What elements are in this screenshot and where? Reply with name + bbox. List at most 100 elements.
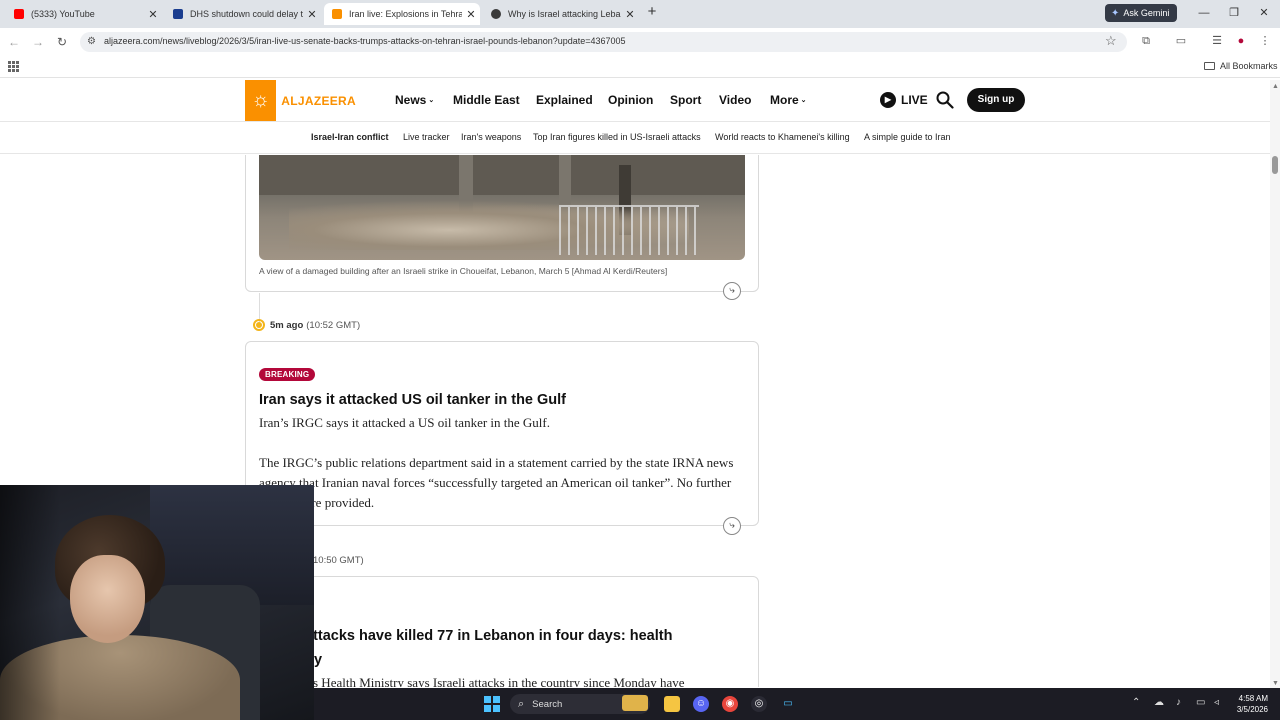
nav-more[interactable]: More ⌄: [770, 93, 807, 107]
aljazeera-icon: [332, 9, 342, 19]
subnav-live-tracker[interactable]: Live tracker: [403, 132, 450, 142]
windows-taskbar: ⌕ Search ☺ ◉ ◎ ▭ ⌃ ☁ ♪ ▭ ◃ 4:58 AM 3/5/2…: [314, 688, 1280, 720]
tab-dhs-shutdown[interactable]: DHS shutdown could delay ter ✕: [165, 3, 321, 25]
clock-date: 3/5/2026: [1236, 705, 1268, 714]
breaking-badge: BREAKING: [259, 368, 316, 381]
play-icon: ▶: [880, 92, 896, 108]
nav-news[interactable]: News ⌄: [395, 93, 434, 107]
update-timestamp: 5m ago (10:52 GMT): [253, 319, 360, 331]
time-ago: 5m ago: [270, 319, 304, 331]
network-icon[interactable]: ▭: [1196, 697, 1205, 708]
system-clock[interactable]: 4:58 AM 3/5/2026: [1228, 693, 1268, 715]
nav-opinion[interactable]: Opinion: [608, 93, 653, 107]
microphone-icon[interactable]: ♪: [1176, 697, 1181, 708]
aljazeera-logo[interactable]: ☼ ALJAZEERA: [245, 80, 356, 121]
scroll-up-icon[interactable]: ▲: [1272, 83, 1279, 90]
tab-youtube[interactable]: (5333) YouTube ✕: [6, 3, 162, 25]
folder-icon: [1204, 62, 1215, 70]
reading-list-icon[interactable]: ☰: [1210, 34, 1224, 48]
file-explorer-icon[interactable]: [664, 696, 680, 712]
share-icon[interactable]: ⤷: [723, 282, 741, 300]
chrome-icon[interactable]: ◉: [722, 696, 738, 712]
sign-up-button[interactable]: Sign up: [967, 88, 1025, 112]
subnav-israel-iran-conflict[interactable]: Israel-Iran conflict: [311, 132, 389, 142]
menu-kebab-icon[interactable]: ⋮: [1258, 34, 1272, 48]
address-bar[interactable]: ⚙ aljazeera.com/news/liveblog/2026/3/5/i…: [80, 32, 1127, 52]
update-paragraph: s Health Ministry says Israeli attacks i…: [313, 675, 685, 687]
close-window-icon[interactable]: ✕: [1257, 6, 1271, 20]
subnav-top-iran-figures[interactable]: Top Iran figures killed in US-Israeli at…: [533, 132, 701, 142]
cast-icon[interactable]: ▭: [1174, 34, 1188, 48]
nav-explained[interactable]: Explained: [536, 93, 593, 107]
back-arrow-icon[interactable]: ←: [7, 35, 21, 49]
update-paragraph: The IRGC’s public relations department s…: [259, 455, 734, 510]
tab-title: Why is Israel attacking Lebanon: [508, 9, 621, 19]
apps-grid-icon[interactable]: [8, 61, 19, 72]
nav-middle-east[interactable]: Middle East: [453, 93, 520, 107]
live-button[interactable]: ▶ LIVE: [880, 92, 928, 108]
live-label: LIVE: [901, 93, 928, 107]
globe-icon: [491, 9, 501, 19]
volume-icon[interactable]: ◃: [1214, 697, 1219, 708]
logo-wordmark: ALJAZEERA: [281, 93, 356, 108]
close-tab-icon[interactable]: ✕: [144, 8, 162, 21]
tab-israel-lebanon[interactable]: Why is Israel attacking Lebanon ✕: [483, 3, 639, 25]
photo-caption: A view of a damaged building after an Is…: [259, 266, 668, 276]
update-headline-line2: y: [314, 652, 323, 668]
extensions-icon[interactable]: ⧉: [1139, 34, 1153, 48]
windows-start-icon[interactable]: [484, 696, 500, 712]
terminal-icon[interactable]: ▭: [780, 696, 796, 712]
share-icon[interactable]: ⤷: [723, 517, 741, 535]
profile-avatar-icon[interactable]: ●: [1234, 34, 1248, 48]
ask-gemini-button[interactable]: ✦ Ask Gemini: [1105, 4, 1177, 22]
new-tab-button[interactable]: +: [644, 4, 660, 20]
nav-sport[interactable]: Sport: [670, 93, 701, 107]
subnav-world-reacts[interactable]: World reacts to Khamenei's killing: [715, 132, 850, 142]
taskbar-search-label: Search: [532, 698, 563, 710]
webcam-overlay: [0, 485, 314, 720]
time-gmt: (10:52 GMT): [306, 319, 361, 331]
update-headline[interactable]: attacks have killed 77 in Lebanon in fou…: [305, 628, 672, 644]
close-tab-icon[interactable]: ✕: [462, 8, 480, 21]
browser-toolbar: ← → ↻ ⚙ aljazeera.com/news/liveblog/2026…: [0, 28, 1280, 56]
youtube-icon: [14, 9, 24, 19]
tab-title: DHS shutdown could delay ter: [190, 9, 303, 19]
reload-icon[interactable]: ↻: [55, 35, 69, 49]
widgets-icon[interactable]: [622, 695, 648, 711]
scroll-down-icon[interactable]: ▼: [1272, 680, 1279, 687]
page-scrollbar[interactable]: ▲ ▼: [1270, 80, 1280, 688]
obs-icon[interactable]: ◎: [751, 696, 767, 712]
update-paragraph: Iran’s IRGC says it attacked a US oil ta…: [259, 415, 550, 430]
tab-title: (5333) YouTube: [31, 9, 95, 19]
chevron-down-icon: ⌄: [428, 97, 435, 104]
search-icon[interactable]: [936, 91, 954, 109]
bookmarks-bar: All Bookmarks: [0, 56, 1280, 78]
tab-title: Iran live: Explosions in Tehran a: [349, 9, 462, 19]
update-headline[interactable]: Iran says it attacked US oil tanker in t…: [259, 392, 566, 408]
discord-icon[interactable]: ☺: [693, 696, 709, 712]
site-header: ☼ ALJAZEERA News ⌄ Middle East Explained …: [0, 80, 1270, 122]
nav-video[interactable]: Video: [719, 93, 751, 107]
subnav-irans-weapons[interactable]: Iran's weapons: [461, 132, 521, 142]
bookmark-star-icon[interactable]: ☆: [1105, 33, 1117, 49]
all-bookmarks-button[interactable]: All Bookmarks: [1204, 61, 1278, 71]
tray-overflow-chevron-icon[interactable]: ⌃: [1132, 697, 1140, 708]
damaged-building-photo: [259, 155, 745, 260]
close-tab-icon[interactable]: ✕: [621, 8, 639, 21]
site-settings-icon[interactable]: ⚙: [87, 36, 99, 48]
tab-iran-live[interactable]: Iran live: Explosions in Tehran a ✕: [324, 3, 480, 25]
restore-window-icon[interactable]: ❐: [1227, 6, 1241, 20]
scrollbar-thumb[interactable]: [1272, 156, 1278, 174]
close-tab-icon[interactable]: ✕: [303, 8, 321, 21]
news-site-icon: [173, 9, 183, 19]
subnav-guide-to-iran[interactable]: A simple guide to Iran: [864, 132, 951, 142]
ask-gemini-label: Ask Gemini: [1123, 8, 1170, 18]
forward-arrow-icon[interactable]: →: [31, 35, 45, 49]
time-gmt: 10:50 GMT): [313, 555, 364, 566]
topic-subnav: Israel-Iran conflict Live tracker Iran's…: [0, 122, 1270, 154]
onedrive-icon[interactable]: ☁: [1154, 697, 1164, 708]
minimize-window-icon[interactable]: —: [1197, 6, 1211, 20]
chevron-down-icon: ⌄: [800, 97, 807, 104]
clock-time: 4:58 AM: [1238, 694, 1268, 703]
url-text[interactable]: aljazeera.com/news/liveblog/2026/3/5/ira…: [104, 36, 626, 46]
